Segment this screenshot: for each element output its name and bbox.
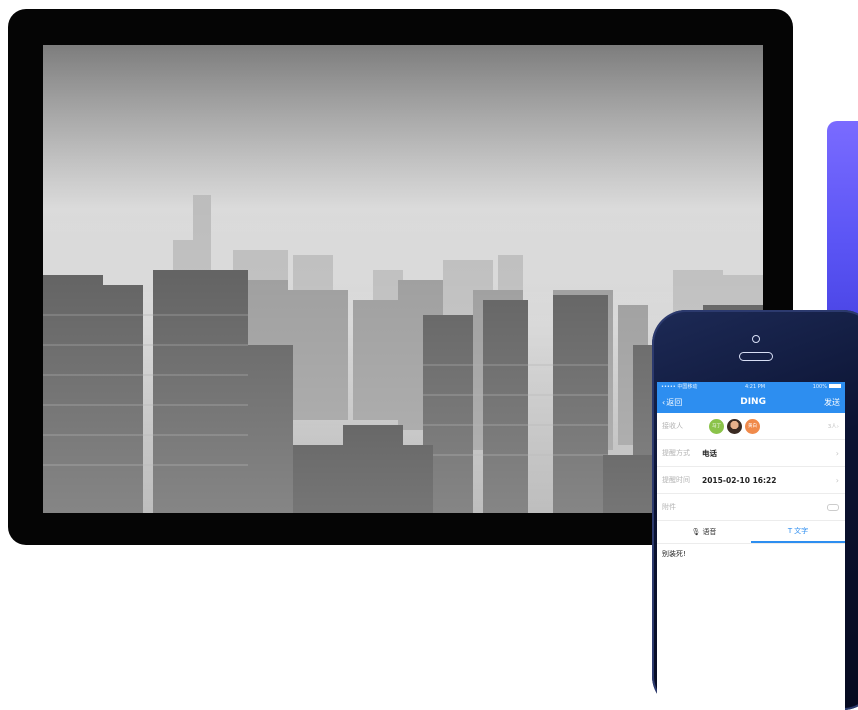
tab-voice-label: 语音 (702, 528, 717, 536)
chevron-right-icon: › (835, 448, 839, 458)
chevron-right-icon: › (835, 475, 839, 485)
back-label: 返回 (666, 397, 683, 407)
attachment-label: 附件 (662, 503, 676, 511)
send-button[interactable]: 发送 (824, 397, 840, 408)
chevron-left-icon: ‹ (662, 397, 666, 407)
avatar[interactable]: 黄白 (745, 418, 760, 434)
battery-text: 100% (812, 383, 827, 390)
time-value: 2015-02-10 16:22 (702, 475, 777, 485)
purple-panel (827, 121, 858, 321)
tab-voice[interactable]: 🎙 语音 (657, 521, 751, 543)
back-button[interactable]: ‹ 返回 (662, 397, 682, 408)
message-text[interactable]: 别装死! (657, 544, 845, 564)
paperclip-icon (827, 503, 839, 511)
status-bar: ••••• 中国移动 4:21 PM 100% (657, 382, 845, 391)
avatar[interactable]: 马丁 (709, 418, 724, 434)
phone-speaker (739, 352, 773, 361)
tab-text-label: 文字 (794, 527, 809, 535)
recipients-row[interactable]: 接收人 马丁 黄白 3人› (657, 413, 845, 440)
phone-screen: ••••• 中国移动 4:21 PM 100% ‹ 返回 DING 发送 接收人… (657, 382, 845, 710)
input-tabs: 🎙 语音 T 文字 (657, 521, 845, 544)
nav-bar: ‹ 返回 DING 发送 (657, 391, 845, 413)
time-row[interactable]: 提醒时间 2015-02-10 16:22 › (657, 467, 845, 494)
text-icon: T (787, 527, 793, 535)
microphone-icon: 🎙 (691, 528, 701, 536)
phone-mockup: ••••• 中国移动 4:21 PM 100% ‹ 返回 DING 发送 接收人… (652, 310, 858, 710)
method-row[interactable]: 提醒方式 电话 › (657, 440, 845, 467)
tab-text[interactable]: T 文字 (751, 521, 845, 543)
battery-icon (828, 384, 841, 388)
status-time: 4:21 PM (744, 383, 766, 390)
attachment-row[interactable]: 附件 (657, 494, 845, 521)
recipients-label: 接收人 (662, 422, 683, 430)
time-label: 提醒时间 (662, 476, 690, 484)
method-value: 电话 (702, 448, 717, 458)
nav-title: DING (740, 397, 766, 407)
recipient-count: 3人› (827, 424, 839, 430)
avatar[interactable] (727, 418, 742, 434)
battery-indicator: 100% (813, 384, 841, 390)
carrier-text: ••••• 中国移动 (661, 384, 698, 390)
recipient-avatars: 马丁 黄白 (709, 418, 760, 434)
method-label: 提醒方式 (662, 449, 690, 457)
phone-camera (752, 335, 760, 343)
